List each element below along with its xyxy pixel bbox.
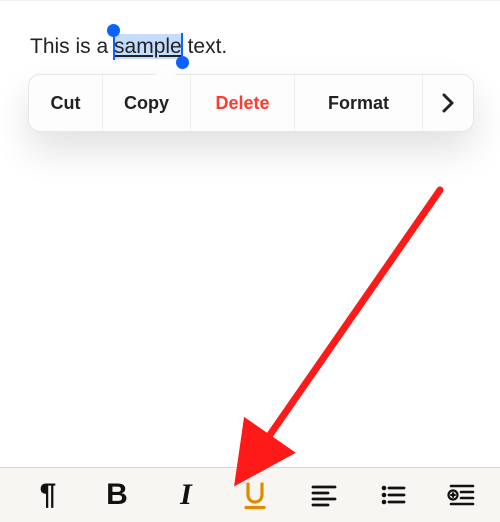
align-button[interactable] <box>304 480 344 510</box>
bulleted-list-button[interactable] <box>373 480 413 510</box>
italic-button[interactable]: I <box>166 480 206 510</box>
cut-button[interactable]: Cut <box>29 75 103 131</box>
more-button[interactable] <box>423 75 473 131</box>
text-pre: This is a <box>30 35 114 58</box>
text-selection[interactable]: sample <box>114 34 182 59</box>
align-left-icon <box>309 480 339 510</box>
list-bullets-icon <box>378 480 408 510</box>
chevron-right-icon <box>442 93 454 113</box>
selection-handle-end[interactable] <box>176 56 189 69</box>
selection-handle-start[interactable] <box>107 24 120 37</box>
format-button[interactable]: Format <box>295 75 423 131</box>
context-menu: Cut Copy Delete Format <box>28 74 474 132</box>
delete-button[interactable]: Delete <box>191 75 295 131</box>
indent-increase-icon <box>447 480 477 510</box>
text-line[interactable]: This is a sample text. <box>30 35 227 58</box>
underline-icon <box>240 480 270 510</box>
format-toolbar: ¶ B I <box>0 467 500 522</box>
selected-word: sample <box>114 35 182 58</box>
document-area[interactable]: This is a sample text. <box>0 0 500 59</box>
bold-button[interactable]: B <box>97 480 137 510</box>
text-post: text. <box>182 35 228 58</box>
copy-button[interactable]: Copy <box>103 75 191 131</box>
paragraph-styles-button[interactable]: ¶ <box>28 480 68 510</box>
indent-button[interactable] <box>442 480 482 510</box>
underline-button[interactable] <box>235 480 275 510</box>
